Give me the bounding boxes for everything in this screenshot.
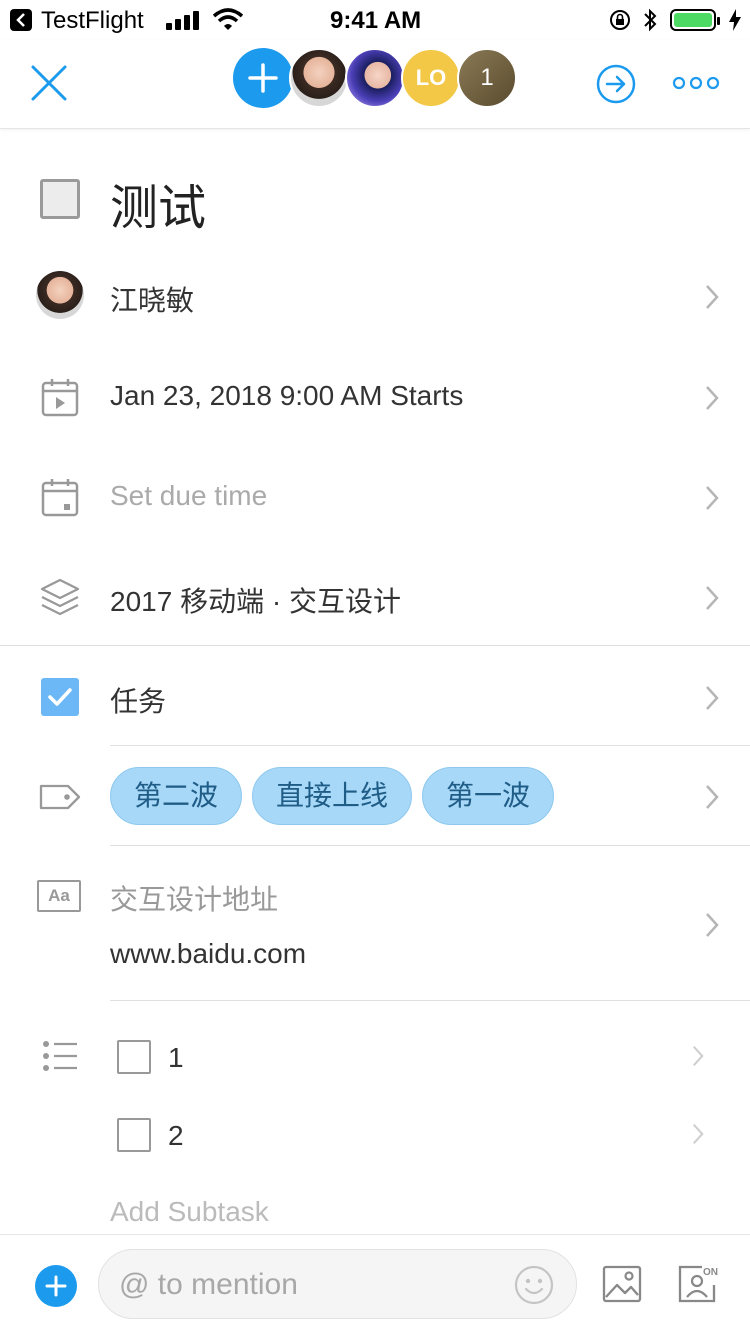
add-attachment-button[interactable] — [35, 1265, 77, 1307]
due-time-row[interactable]: Set due time — [0, 468, 750, 528]
due-time-placeholder: Set due time — [110, 480, 268, 511]
tag-chip[interactable]: 直接上线 — [252, 767, 412, 825]
row-divider — [110, 745, 750, 746]
nav-bar: LO 1 — [0, 40, 750, 129]
chevron-right-icon — [706, 586, 719, 610]
member-avatar-initials[interactable]: LO — [401, 48, 461, 108]
tag-chip[interactable]: 第一波 — [422, 767, 554, 825]
battery-icon — [670, 9, 720, 31]
arrow-circle-right-icon[interactable] — [596, 64, 636, 104]
subtask-label: 2 — [168, 1120, 184, 1151]
back-to-app-icon[interactable] — [10, 9, 32, 31]
layers-icon — [40, 578, 80, 616]
comment-bar: ON — [0, 1234, 750, 1335]
calendar-start-icon — [41, 379, 79, 417]
comment-input-wrapper — [98, 1249, 577, 1320]
chevron-right-icon — [706, 686, 719, 710]
more-dots-icon[interactable] — [672, 76, 720, 90]
signal-icon — [166, 10, 200, 30]
custom-field-label: 交互设计地址 — [110, 884, 279, 915]
comment-input[interactable] — [117, 1250, 501, 1320]
chevron-right-icon — [706, 486, 719, 510]
subtask-checkbox[interactable] — [117, 1040, 151, 1074]
custom-field-value: www.baidu.com — [110, 938, 307, 969]
member-avatar-count[interactable]: 1 — [457, 48, 517, 108]
task-title[interactable]: 测试 — [110, 168, 206, 238]
tag-chip[interactable]: 第二波 — [110, 767, 242, 825]
assignee-avatar — [36, 271, 84, 319]
rotation-lock-icon — [610, 10, 630, 30]
project-row[interactable]: 2017 移动端 · 交互设计 — [0, 568, 750, 628]
svg-text:ON: ON — [703, 1267, 718, 1278]
member-avatar-1[interactable] — [289, 48, 349, 108]
bluetooth-icon — [644, 8, 657, 32]
row-divider — [110, 845, 750, 846]
chevron-right-icon — [692, 1045, 704, 1067]
assignee-row[interactable]: 江晓敏 — [0, 267, 750, 327]
carrier-label: TestFlight — [41, 7, 144, 34]
task-type-label: 任务 — [110, 686, 167, 717]
plus-icon — [248, 63, 278, 93]
add-member-button[interactable] — [233, 48, 293, 108]
member-avatar-2[interactable] — [345, 48, 405, 108]
charging-icon — [729, 9, 741, 31]
task-title-row: 测试 — [0, 160, 750, 240]
task-type-row[interactable]: 任务 — [0, 668, 750, 728]
close-icon[interactable] — [30, 64, 68, 102]
project-name: 2017 移动端 · 交互设计 — [110, 586, 401, 617]
subtask-item[interactable]: 2 — [0, 1108, 750, 1164]
subtask-checkbox[interactable] — [117, 1118, 151, 1152]
subtask-item[interactable]: 1 — [0, 1030, 750, 1086]
calendar-due-icon — [41, 479, 79, 517]
task-type-checkbox-icon — [41, 678, 79, 716]
text-field-icon: Aa — [37, 880, 81, 912]
subtask-label: 1 — [168, 1042, 184, 1073]
chevron-right-icon — [706, 285, 719, 309]
chevron-right-icon — [706, 386, 719, 410]
tags-row[interactable]: 第二波 直接上线 第一波 — [0, 767, 750, 827]
contact-card-icon[interactable]: ON — [676, 1263, 718, 1305]
plus-icon — [45, 1275, 67, 1297]
assignee-name: 江晓敏 — [110, 285, 195, 316]
chevron-right-icon — [692, 1123, 704, 1145]
start-time-label: Jan 23, 2018 9:00 AM Starts — [110, 380, 464, 411]
start-time-row[interactable]: Jan 23, 2018 9:00 AM Starts — [0, 368, 750, 428]
image-icon[interactable] — [602, 1265, 642, 1303]
status-bar: TestFlight 9:41 AM — [0, 0, 750, 40]
emoji-icon[interactable] — [514, 1265, 554, 1305]
task-complete-checkbox[interactable] — [40, 179, 80, 219]
chevron-right-icon — [706, 785, 719, 809]
add-subtask-button[interactable]: Add Subtask — [110, 1196, 269, 1228]
chevron-right-icon — [706, 913, 719, 937]
custom-field-row[interactable]: Aa 交互设计地址 www.baidu.com — [0, 866, 750, 986]
section-divider — [0, 645, 750, 646]
row-divider — [110, 1000, 750, 1001]
clock: 9:41 AM — [330, 7, 422, 34]
tag-icon — [39, 784, 81, 810]
wifi-icon — [212, 8, 244, 30]
